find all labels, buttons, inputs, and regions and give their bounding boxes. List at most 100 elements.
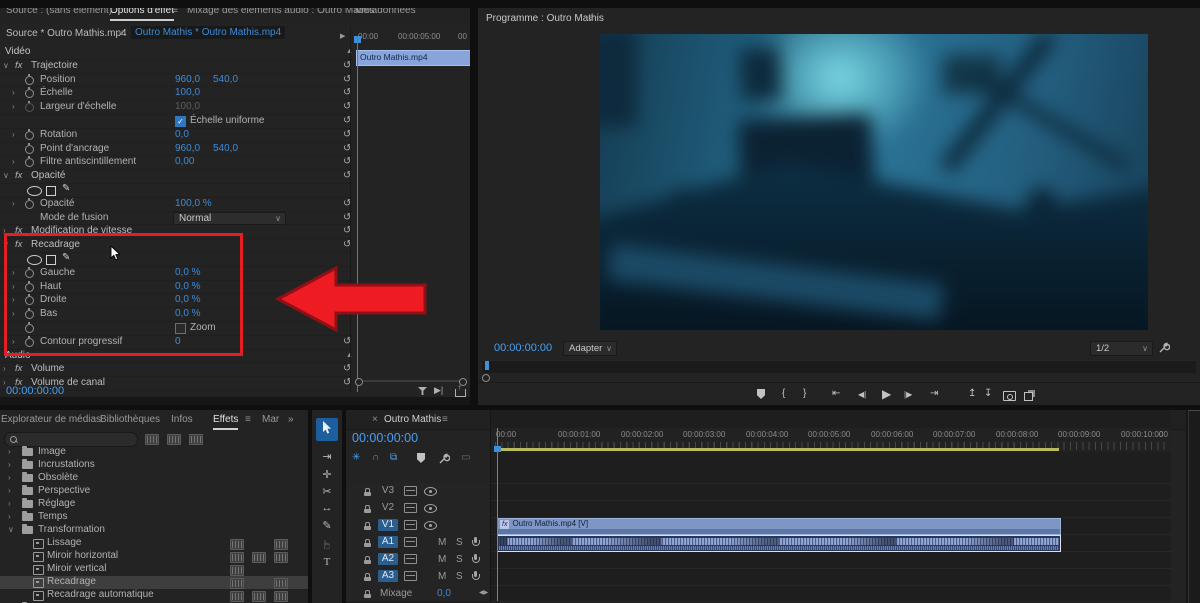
folder-transformation[interactable]: ∨ Transformation — [0, 524, 308, 537]
slip-tool[interactable]: ↔ — [314, 502, 340, 514]
tab-effets[interactable]: Effets — [213, 414, 239, 430]
effect-item-miroir-vertical[interactable]: Miroir vertical — [0, 563, 308, 576]
chevron-right-icon[interactable]: › — [12, 199, 15, 208]
yuv-effects-badge[interactable] — [189, 434, 203, 445]
type-tool[interactable]: T — [314, 556, 340, 568]
effects-search-input[interactable] — [4, 432, 138, 447]
go-to-out-icon[interactable]: ⇥ — [930, 388, 938, 399]
audio-clip[interactable] — [497, 535, 1061, 552]
track-header-v1[interactable]: V1 — [346, 517, 490, 535]
playback-resolution-select[interactable]: 1/2 ∨ — [1090, 341, 1153, 356]
mini-timeline-clip[interactable]: Outro Mathis.mp4 — [356, 50, 473, 66]
tab-libraries[interactable]: Bibliothèques — [100, 414, 160, 425]
ripple-edit-tool[interactable]: ✛ — [314, 468, 340, 481]
position-x-value[interactable]: 960,0 — [175, 74, 200, 85]
32bit-effects-badge[interactable] — [167, 434, 181, 445]
track-target-a1[interactable]: A1 — [378, 536, 398, 548]
step-back-icon[interactable]: ◀| — [858, 390, 866, 399]
effect-trajectoire[interactable]: ∨ fx Trajectoire ↺ — [0, 60, 352, 74]
program-timecode[interactable]: 00:00:00:00 — [494, 342, 552, 354]
ancrage-x-value[interactable]: 960,0 — [175, 143, 200, 154]
effect-item-recadrage-automatique[interactable]: Recadrage automatique — [0, 589, 308, 602]
mute-button[interactable]: M — [438, 537, 446, 548]
chevron-right-icon[interactable]: › — [12, 157, 15, 166]
folder-incrustations[interactable]: › Incrustations — [0, 459, 308, 472]
solo-button[interactable]: S — [456, 537, 463, 548]
step-forward-icon[interactable]: |▶ — [904, 390, 912, 399]
fit-select[interactable]: Adapter ∨ — [563, 341, 617, 356]
blend-mode-select[interactable]: Normal ∨ — [173, 211, 286, 225]
voiceover-mic-icon[interactable] — [472, 554, 480, 564]
twirl-open-icon[interactable]: ∨ — [3, 171, 9, 180]
scrubber-playhead[interactable] — [485, 361, 489, 370]
timeline-timecode[interactable]: 00:00:00:00 — [352, 431, 418, 445]
play-button[interactable]: ▶ — [882, 387, 891, 401]
vertical-divider[interactable] — [470, 8, 478, 405]
lift-icon[interactable]: ↥ — [968, 388, 976, 399]
sync-lock-icon[interactable] — [404, 554, 417, 564]
linked-selection-icon[interactable]: ⧉ — [390, 452, 397, 463]
chevron-right-icon[interactable]: › — [12, 130, 15, 139]
add-marker-icon[interactable] — [417, 453, 425, 463]
section-video[interactable]: Vidéo ▲ — [0, 46, 353, 60]
voiceover-mic-icon[interactable] — [472, 571, 480, 581]
chevron-right-icon[interactable]: › — [12, 88, 15, 97]
comparison-view-icon[interactable] — [1024, 392, 1033, 401]
filtre-value[interactable]: 0,00 — [175, 156, 194, 167]
track-header-v2[interactable]: V2 — [346, 500, 490, 518]
add-marker-icon[interactable] — [757, 389, 765, 399]
voiceover-mic-icon[interactable] — [472, 537, 480, 547]
razor-tool[interactable]: ✂ — [314, 485, 340, 498]
lock-icon[interactable] — [364, 573, 371, 581]
lock-icon[interactable] — [364, 522, 371, 530]
track-visibility-icon[interactable] — [424, 521, 437, 530]
export-icon[interactable] — [455, 383, 466, 397]
clip-fx-badge[interactable]: fx — [500, 520, 510, 529]
play-in-out-icon[interactable]: ▶| — [434, 385, 443, 396]
timeline-content[interactable]: 00:00 00:00:01:00 00:00:02:00 00:00:03:0… — [490, 410, 1171, 603]
selection-tool-active[interactable] — [316, 418, 338, 441]
timeline-settings-icon[interactable] — [438, 452, 450, 464]
effect-opacite[interactable]: ∨ fx Opacité ↺ — [0, 170, 352, 184]
folder-reglage[interactable]: › Réglage — [0, 498, 308, 511]
sync-lock-icon[interactable] — [404, 486, 417, 496]
effect-item-recadrage-selected[interactable]: Recadrage — [0, 576, 308, 589]
echelle-value[interactable]: 100,0 — [175, 87, 200, 98]
pen-tool[interactable]: ✎ — [314, 519, 340, 532]
vertical-divider[interactable] — [342, 410, 346, 603]
mark-out-icon[interactable]: } — [803, 388, 806, 399]
sync-lock-icon[interactable] — [404, 537, 417, 547]
twirl-closed-icon[interactable]: › — [3, 364, 6, 373]
track-label-v2[interactable]: V2 — [378, 502, 398, 514]
track-select-tool[interactable]: ⇥ — [314, 450, 340, 463]
effect-timecode[interactable]: 00:00:00:00 — [6, 385, 64, 397]
opacite-value[interactable]: 100,0 % — [175, 198, 212, 209]
rotation-value[interactable]: 0,0 — [175, 129, 189, 140]
lock-icon[interactable] — [364, 505, 371, 513]
effect-volume[interactable]: › fx Volume ↺ — [0, 363, 352, 378]
chevron-down-icon[interactable]: ∨ — [118, 28, 124, 37]
track-header-a2[interactable]: A2 M S — [346, 551, 490, 569]
settings-wrench-icon[interactable] — [1158, 341, 1170, 353]
lock-icon[interactable] — [364, 556, 371, 564]
tab-program[interactable]: Programme : Outro Mathis — [486, 13, 604, 24]
panel-menu-icon[interactable]: ≡ — [245, 414, 251, 425]
folder-image[interactable]: › Image — [0, 446, 308, 459]
sequence-clip-label[interactable]: Outro Mathis * Outro Mathis.mp4 — [131, 26, 286, 39]
track-target-v1[interactable]: V1 — [378, 519, 398, 531]
ancrage-y-value[interactable]: 540,0 — [213, 143, 238, 154]
scrubber-handle[interactable] — [482, 374, 490, 382]
tab-media-browser[interactable]: Explorateur de médias — [1, 414, 101, 425]
panel-menu-icon[interactable]: ≡ — [442, 414, 448, 425]
vertical-divider[interactable] — [308, 410, 312, 603]
folder-perspective[interactable]: › Perspective — [0, 485, 308, 498]
stopwatch-icon[interactable] — [25, 156, 34, 168]
collapse-mix-icon[interactable]: ◀▶ — [479, 589, 488, 596]
lock-icon[interactable] — [364, 539, 371, 547]
stopwatch-icon[interactable] — [25, 197, 34, 209]
mute-button[interactable]: M — [438, 571, 446, 582]
track-target-a3[interactable]: A3 — [378, 570, 398, 582]
program-scrubber[interactable] — [482, 360, 1196, 373]
effect-item-lissage[interactable]: Lissage — [0, 537, 308, 550]
hand-tool[interactable]: ☞ — [321, 532, 334, 558]
